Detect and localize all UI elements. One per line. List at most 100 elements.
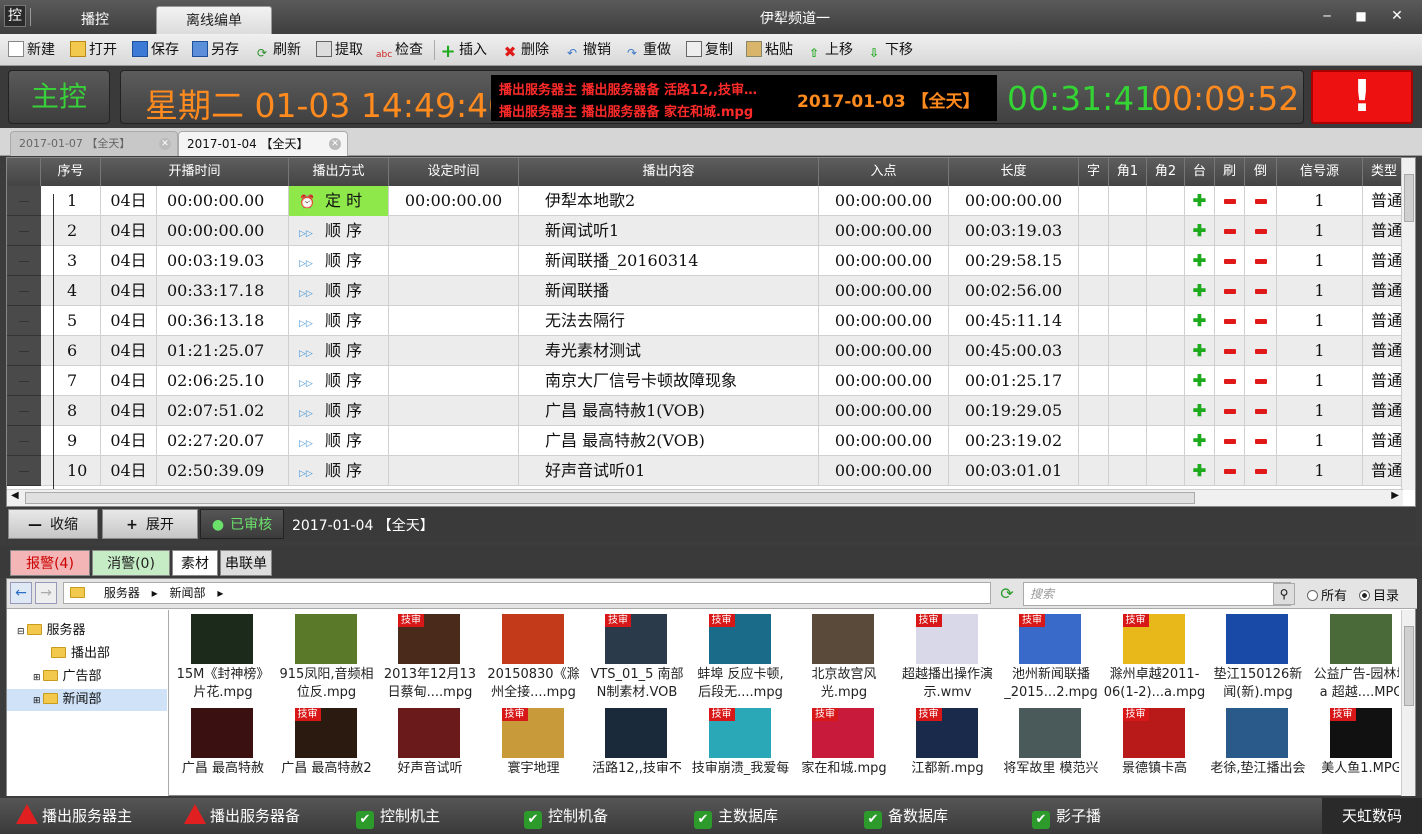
media-thumbnail[interactable]: 广昌 最高特赦 <box>171 706 275 796</box>
plus-icon[interactable]: ✚ <box>1185 276 1215 306</box>
media-thumbnail[interactable]: 技审 池州新闻联播 _2015...2.mpg <box>999 612 1103 706</box>
cell-empty[interactable] <box>1109 276 1147 306</box>
minus-icon[interactable] <box>1215 186 1245 216</box>
alert-button[interactable]: ! <box>1311 70 1413 124</box>
table-row[interactable]: 7 04日 02:06:25.10 ▷▷ 顺 序 南京大厂信号卡顿故障现象 00:00:00… <box>7 366 1403 396</box>
cell-no[interactable]: 7 <box>41 366 101 396</box>
path-bar[interactable]: 服务器 ▸ 新闻部 ▸ <box>63 582 991 604</box>
cell-empty[interactable] <box>1147 456 1185 486</box>
col-header[interactable]: 设定时间 <box>389 158 519 186</box>
table-row[interactable]: 4 04日 00:33:17.18 ▷▷ 顺 序 新闻联播 00:00:00.00 00:02… <box>7 276 1403 306</box>
minus-icon[interactable] <box>1215 216 1245 246</box>
cell-empty[interactable] <box>1147 396 1185 426</box>
cell-play-mode[interactable]: ▷▷ 顺 序 <box>289 246 389 276</box>
media-thumbnail[interactable]: 技审 江都新.mpg <box>896 706 1000 796</box>
col-header[interactable]: 类型 <box>1363 158 1403 186</box>
cell-day[interactable]: 04日 <box>101 216 157 246</box>
audited-button[interactable]: ● 已审核 <box>200 509 284 539</box>
cell-len[interactable]: 00:45:00.03 <box>949 336 1079 366</box>
cell-day[interactable]: 04日 <box>101 276 157 306</box>
cell-empty[interactable] <box>1147 186 1185 216</box>
cell-content[interactable]: 新闻联播_20160314 <box>519 246 819 276</box>
table-row[interactable]: 8 04日 02:07:51.02 ▷▷ 顺 序 广昌 最高特赦1(VOB) 00:00:0… <box>7 396 1403 426</box>
cell-in[interactable]: 00:00:00.00 <box>819 456 949 486</box>
cell-empty[interactable] <box>1079 456 1109 486</box>
cell-type[interactable]: 普通 <box>1363 276 1403 306</box>
media-thumbnail[interactable]: 技审 寰宇地理 <box>482 706 586 796</box>
cell-set[interactable] <box>389 216 519 246</box>
cell-start[interactable]: 00:00:00.00 <box>157 216 289 246</box>
cell-len[interactable]: 00:01:25.17 <box>949 366 1079 396</box>
media-thumbnail[interactable]: 垫江150126新 闻(新).mpg <box>1206 612 1310 706</box>
cell-play-mode[interactable]: ▷▷ 顺 序 <box>289 306 389 336</box>
refresh-icon[interactable]: ⟳ <box>997 584 1017 604</box>
cell-type[interactable]: 普通 <box>1363 336 1403 366</box>
cell-play-mode[interactable]: ▷▷ 顺 序 <box>289 276 389 306</box>
minus-icon[interactable] <box>1245 396 1277 426</box>
cell-start[interactable]: 00:03:19.03 <box>157 246 289 276</box>
media-thumbnail[interactable]: 技审 美人鱼1.MPG <box>1310 706 1399 796</box>
cell-day[interactable]: 04日 <box>101 396 157 426</box>
cell-day[interactable]: 04日 <box>101 366 157 396</box>
cell-no[interactable]: 5 <box>41 306 101 336</box>
back-arrow-icon[interactable]: ← <box>10 582 32 604</box>
cell-start[interactable]: 00:33:17.18 <box>157 276 289 306</box>
cell-start[interactable]: 02:27:20.07 <box>157 426 289 456</box>
minimize-icon[interactable]: ─ <box>1314 6 1340 26</box>
cell-empty[interactable] <box>1079 306 1109 336</box>
cell-start[interactable]: 02:50:39.09 <box>157 456 289 486</box>
media-thumbnail[interactable]: 活路12,,技审不 <box>585 706 689 796</box>
cell-set[interactable] <box>389 246 519 276</box>
close-icon[interactable]: ✕ <box>1384 6 1410 26</box>
cell-empty[interactable] <box>1109 396 1147 426</box>
cell-play-mode[interactable]: ▷▷ 顺 序 <box>289 366 389 396</box>
media-thumbnail[interactable]: 技审 景德镇卡高 <box>1103 706 1207 796</box>
extract-button[interactable]: 提取 <box>316 40 363 60</box>
minus-icon[interactable] <box>1245 276 1277 306</box>
cell-start[interactable]: 01:21:25.07 <box>157 336 289 366</box>
cell-src[interactable]: 1 <box>1277 186 1363 216</box>
cell-no[interactable]: 1 <box>41 186 101 216</box>
cell-empty[interactable] <box>1079 426 1109 456</box>
table-row[interactable]: 6 04日 01:21:25.07 ▷▷ 顺 序 寿光素材测试 00:00:00.00 00:… <box>7 336 1403 366</box>
table-row[interactable]: 2 04日 00:00:00.00 ▷▷ 顺 序新闻试听1 00:00:00.00 00:0… <box>7 216 1403 246</box>
cell-day[interactable]: 04日 <box>101 336 157 366</box>
minus-icon[interactable] <box>1245 186 1277 216</box>
cell-no[interactable]: 9 <box>41 426 101 456</box>
tree-node-server[interactable]: ⊟ 服务器 <box>17 620 86 642</box>
cell-play-mode[interactable]: ⏰ 定 时 <box>289 186 389 216</box>
plus-icon[interactable]: ✚ <box>1185 216 1215 246</box>
col-header[interactable]: 倒 <box>1245 158 1277 186</box>
cell-content[interactable]: 南京大厂信号卡顿故障现象 <box>519 366 819 396</box>
minus-icon[interactable] <box>1215 306 1245 336</box>
collapse-button[interactable]: — 收缩 <box>8 509 98 539</box>
scroll-thumb[interactable] <box>25 492 1195 504</box>
cell-no[interactable]: 8 <box>41 396 101 426</box>
radio-all[interactable]: 所有 <box>1307 585 1347 604</box>
cell-type[interactable]: 普通 <box>1363 426 1403 456</box>
cell-in[interactable]: 00:00:00.00 <box>819 186 949 216</box>
cell-no[interactable]: 2 <box>41 216 101 246</box>
media-thumbnail[interactable]: 技审 蚌埠 反应卡顿, 后段无....mpg <box>689 612 793 706</box>
cell-no[interactable]: 3 <box>41 246 101 276</box>
plus-icon[interactable]: ✚ <box>1185 186 1215 216</box>
cell-set[interactable] <box>389 426 519 456</box>
col-header[interactable]: 角1 <box>1109 158 1147 186</box>
media-thumbnail[interactable]: 915凤阳,音频相 位反.mpg <box>275 612 379 706</box>
tab-alarms[interactable]: 报警(4) <box>10 550 90 576</box>
cell-empty[interactable] <box>1109 246 1147 276</box>
cell-type[interactable]: 普通 <box>1363 366 1403 396</box>
cell-src[interactable]: 1 <box>1277 276 1363 306</box>
col-header[interactable]: 信号源 <box>1277 158 1363 186</box>
grid-horizontal-scrollbar[interactable]: ◀ ▶ <box>7 489 1403 506</box>
cell-play-mode[interactable]: ▷▷ 顺 序 <box>289 396 389 426</box>
tab-materials[interactable]: 素材 <box>172 550 218 576</box>
cell-empty[interactable] <box>1147 366 1185 396</box>
table-row[interactable]: 5 04日 00:36:13.18 ▷▷ 顺 序 无法去隔行 00:00:00.00 00:4… <box>7 306 1403 336</box>
media-thumbnail[interactable]: 20150830《滁 州全接....mpg <box>482 612 586 706</box>
maximize-icon[interactable]: ■ <box>1348 6 1374 26</box>
cell-set[interactable] <box>389 276 519 306</box>
media-thumbnail[interactable]: 技审 VTS_01_5 南部 N制素材.VOB <box>585 612 689 706</box>
col-header[interactable]: 台 <box>1185 158 1215 186</box>
cell-type[interactable]: 普通 <box>1363 456 1403 486</box>
